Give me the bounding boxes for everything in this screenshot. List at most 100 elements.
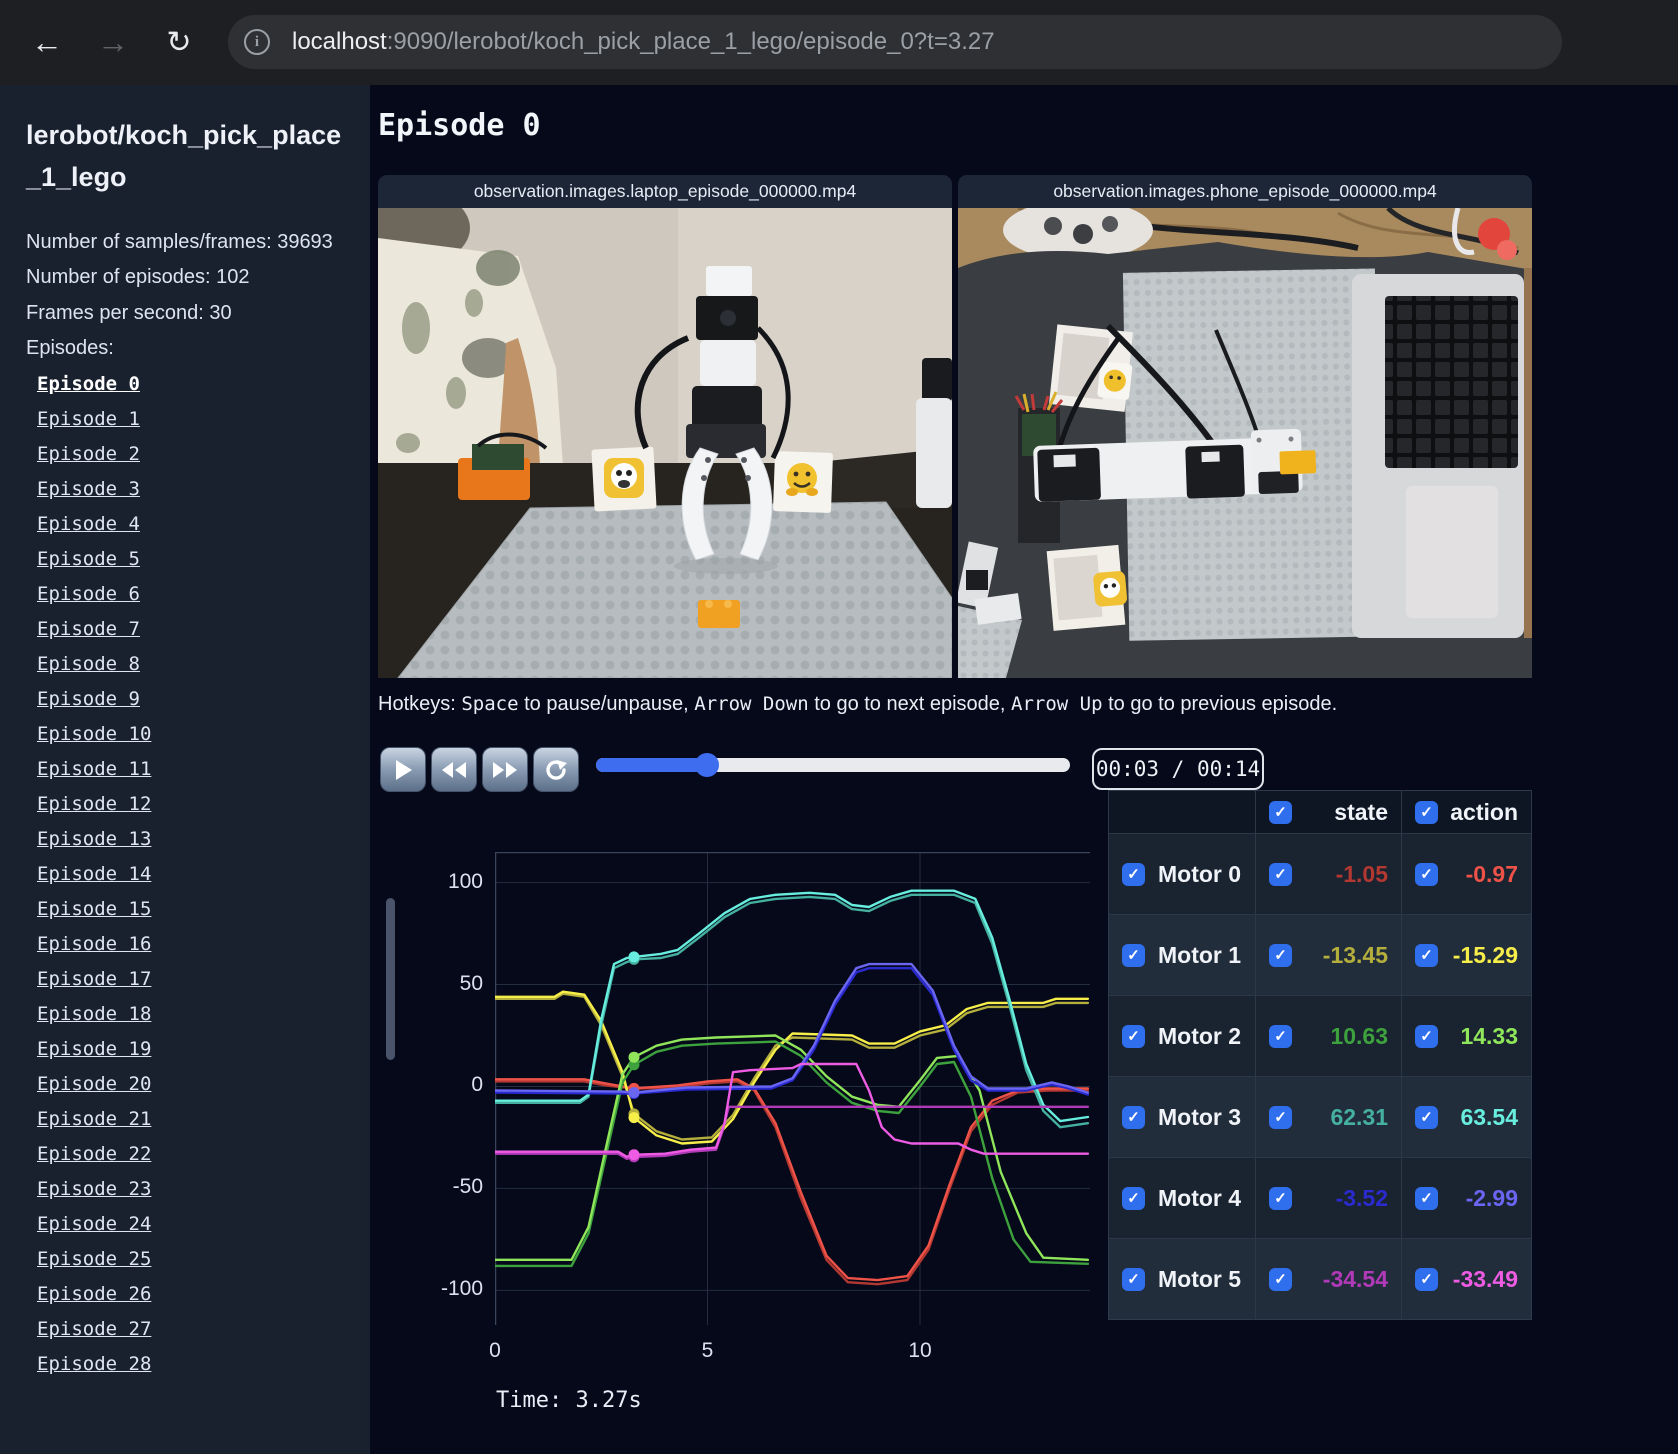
y-tick-label: -100 xyxy=(440,1277,483,1301)
motor-name-cell: ✓ Motor 5 xyxy=(1109,1238,1255,1319)
episode-link[interactable]: Episode 15 xyxy=(37,898,344,920)
rewind-button[interactable] xyxy=(431,747,477,792)
motor-state-cell: ✓ -34.54 xyxy=(1255,1238,1401,1319)
episode-link[interactable]: Episode 11 xyxy=(37,758,344,780)
motor-state-checkbox[interactable]: ✓ xyxy=(1269,862,1292,886)
play-button[interactable] xyxy=(380,747,426,792)
episode-link[interactable]: Episode 14 xyxy=(37,863,344,885)
motor-action-checkbox[interactable]: ✓ xyxy=(1415,1186,1438,1210)
header-state-cell: ✓ state xyxy=(1255,791,1401,833)
motor-action-value: 14.33 xyxy=(1460,1022,1518,1049)
url-text[interactable]: localhost:9090/lerobot/koch_pick_place_1… xyxy=(292,28,995,56)
lego-block xyxy=(698,600,740,628)
motor-checkbox[interactable]: ✓ xyxy=(1122,1267,1145,1291)
smiley-card xyxy=(773,451,833,513)
episode-link[interactable]: Episode 25 xyxy=(37,1248,344,1270)
hotkey-text: to go to previous episode. xyxy=(1102,693,1338,715)
address-bar[interactable]: i localhost:9090/lerobot/koch_pick_place… xyxy=(228,15,1562,69)
motor-state-checkbox[interactable]: ✓ xyxy=(1269,1105,1292,1129)
motor-state-checkbox[interactable]: ✓ xyxy=(1269,1186,1292,1210)
state-header-label: state xyxy=(1334,798,1388,825)
motor-action-checkbox[interactable]: ✓ xyxy=(1415,862,1438,886)
video-phone[interactable] xyxy=(958,208,1532,678)
episode-link[interactable]: Episode 10 xyxy=(37,723,344,745)
episode-link[interactable]: Episode 6 xyxy=(37,583,344,605)
motor-row: ✓ Motor 4 ✓ -3.52 ✓ -2.99 xyxy=(1109,1157,1531,1238)
episode-link[interactable]: Episode 12 xyxy=(37,793,344,815)
url-path: :9090/lerobot/koch_pick_place_1_lego/epi… xyxy=(386,28,995,55)
motor-state-cell: ✓ 10.63 xyxy=(1255,995,1401,1076)
episode-link[interactable]: Episode 13 xyxy=(37,828,344,850)
browser-forward-icon[interactable]: → xyxy=(88,0,138,85)
motor-state-checkbox[interactable]: ✓ xyxy=(1269,943,1292,967)
video-panel-laptop: observation.images.laptop_episode_000000… xyxy=(378,175,952,678)
motor-checkbox[interactable]: ✓ xyxy=(1122,1024,1145,1048)
hotkey-key: Space xyxy=(461,693,519,715)
episode-link[interactable]: Episode 19 xyxy=(37,1038,344,1060)
motor-label: Motor 2 xyxy=(1158,1022,1242,1049)
episode-link[interactable]: Episode 9 xyxy=(37,688,344,710)
browser-back-icon[interactable]: ← xyxy=(22,0,72,85)
timeline-slider-thumb[interactable] xyxy=(695,753,720,777)
action-header-checkbox[interactable]: ✓ xyxy=(1415,800,1438,824)
episode-link[interactable]: Episode 5 xyxy=(37,548,344,570)
motor-action-checkbox[interactable]: ✓ xyxy=(1415,1105,1438,1129)
episode-link[interactable]: Episode 27 xyxy=(37,1318,344,1340)
info-samples: Number of samples/frames: 39693 xyxy=(26,230,333,253)
episode-link[interactable]: Episode 3 xyxy=(37,478,344,500)
motor-checkbox[interactable]: ✓ xyxy=(1122,1186,1145,1210)
time-display: 00:03 / 00:14 xyxy=(1092,748,1264,790)
episode-link[interactable]: Episode 1 xyxy=(37,408,344,430)
state-header-checkbox[interactable]: ✓ xyxy=(1269,800,1292,824)
episode-link[interactable]: Episode 28 xyxy=(37,1353,344,1375)
episode-link[interactable]: Episode 17 xyxy=(37,968,344,990)
episode-link[interactable]: Episode 16 xyxy=(37,933,344,955)
episode-link[interactable]: Episode 23 xyxy=(37,1178,344,1200)
episode-link[interactable]: Episode 21 xyxy=(37,1108,344,1130)
info-episodes: Number of episodes: 102 xyxy=(26,266,250,289)
motor-action-cell: ✓ 14.33 xyxy=(1401,995,1531,1076)
motor-state-checkbox[interactable]: ✓ xyxy=(1269,1024,1292,1048)
site-info-icon[interactable]: i xyxy=(244,29,270,55)
episode-link[interactable]: Episode 8 xyxy=(37,653,344,675)
episode-link[interactable]: Episode 7 xyxy=(37,618,344,640)
motor-state-checkbox[interactable]: ✓ xyxy=(1269,1267,1292,1291)
motor-name-cell: ✓ Motor 0 xyxy=(1109,833,1255,914)
episode-link[interactable]: Episode 0 xyxy=(37,373,344,395)
motor-state-value: -34.54 xyxy=(1322,1265,1388,1292)
episode-link[interactable]: Episode 4 xyxy=(37,513,344,535)
motor-checkbox[interactable]: ✓ xyxy=(1122,943,1145,967)
sidebar: lerobot/koch_pick_place_1_lego Number of… xyxy=(0,85,370,1454)
motor-state-cell: ✓ 62.31 xyxy=(1255,1076,1401,1157)
motor-checkbox[interactable]: ✓ xyxy=(1122,1105,1145,1129)
episodes-label: Episodes: xyxy=(26,337,114,360)
episode-link[interactable]: Episode 26 xyxy=(37,1283,344,1305)
motor-checkbox[interactable]: ✓ xyxy=(1122,862,1145,886)
motor-label: Motor 1 xyxy=(1158,941,1242,968)
browser-reload-icon[interactable]: ↻ xyxy=(154,0,204,85)
episode-link[interactable]: Episode 2 xyxy=(37,443,344,465)
dataset-title: lerobot/koch_pick_place_1_lego xyxy=(26,120,342,192)
header-action-cell: ✓ action xyxy=(1401,791,1531,833)
fast-forward-button[interactable] xyxy=(482,747,528,792)
motor-state-value: -13.45 xyxy=(1322,941,1388,968)
hotkey-key: Arrow Up xyxy=(1011,693,1103,715)
motor-row: ✓ Motor 5 ✓ -34.54 ✓ -33.49 xyxy=(1109,1238,1531,1319)
video-laptop[interactable] xyxy=(378,208,952,678)
motor-action-checkbox[interactable]: ✓ xyxy=(1415,1267,1438,1291)
motor-action-checkbox[interactable]: ✓ xyxy=(1415,1024,1438,1048)
panda-card xyxy=(591,446,657,512)
motor-action-checkbox[interactable]: ✓ xyxy=(1415,943,1438,967)
episode-link[interactable]: Episode 22 xyxy=(37,1143,344,1165)
scrollbar-thumb[interactable] xyxy=(386,898,395,1060)
episode-link[interactable]: Episode 24 xyxy=(37,1213,344,1235)
timeline-slider[interactable] xyxy=(596,753,1070,777)
motor-state-value: -3.52 xyxy=(1335,1184,1388,1211)
loop-button[interactable] xyxy=(533,747,579,792)
motors-chart[interactable]: 100 50 0 -50 -100 0 5 10 xyxy=(441,851,1090,1362)
episode-link[interactable]: Episode 18 xyxy=(37,1003,344,1025)
episode-link[interactable]: Episode 20 xyxy=(37,1073,344,1095)
y-tick-label: 50 xyxy=(459,971,483,995)
y-tick-label: 100 xyxy=(447,869,483,893)
chart-plot xyxy=(493,851,1090,1325)
